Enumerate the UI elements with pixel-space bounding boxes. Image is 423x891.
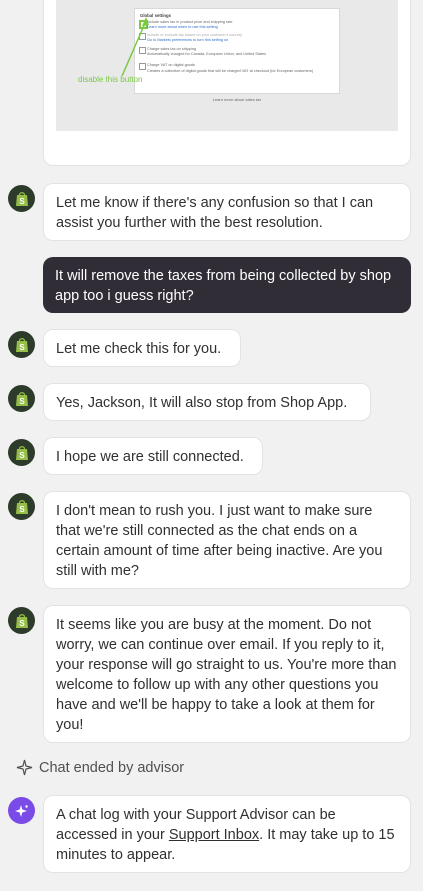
shopify-bag-icon: S — [15, 499, 28, 514]
advisor-message: Yes, Jackson, It will also stop from Sho… — [43, 383, 371, 421]
advisor-avatar: S — [8, 607, 35, 634]
chat-ended-text: Chat ended by advisor — [39, 759, 185, 776]
user-message: It will remove the taxes from being coll… — [43, 257, 411, 313]
advisor-avatar: S — [8, 493, 35, 520]
shopify-bag-icon: S — [15, 391, 28, 406]
advisor-avatar: S — [8, 331, 35, 358]
advisor-message: I hope we are still connected. — [43, 437, 263, 475]
chat-ended-status: Chat ended by advisor — [16, 759, 184, 776]
svg-text:S: S — [19, 505, 25, 514]
advisor-message: I don't mean to rush you. I just want to… — [43, 491, 411, 589]
svg-text:S: S — [19, 197, 25, 206]
shopify-bag-icon: S — [15, 445, 28, 460]
support-inbox-link[interactable]: Support Inbox — [169, 827, 259, 843]
advisor-avatar: S — [8, 185, 35, 212]
system-message: A chat log with your Support Advisor can… — [43, 795, 411, 873]
annotation-arrow-icon — [121, 17, 149, 77]
advisor-message: It seems like you are busy at the moment… — [43, 605, 411, 743]
annotation-text: disable this button — [78, 75, 143, 84]
shopify-bag-icon: S — [15, 191, 28, 206]
sparkle-icon — [14, 804, 28, 817]
svg-text:S: S — [19, 343, 25, 352]
shopify-bag-icon: S — [15, 337, 28, 352]
advisor-avatar: S — [8, 439, 35, 466]
assistant-avatar — [8, 797, 35, 824]
shopify-bag-icon: S — [15, 613, 28, 628]
advisor-avatar: S — [8, 385, 35, 412]
sparkle-icon — [16, 759, 33, 776]
svg-text:S: S — [19, 451, 25, 460]
attached-screenshot[interactable]: Global settings Include sales tax in pro… — [56, 0, 398, 131]
advisor-message: Let me know if there's any confusion so … — [43, 183, 411, 241]
image-attachment-card[interactable]: Global settings Include sales tax in pro… — [43, 0, 411, 166]
svg-text:S: S — [19, 397, 25, 406]
svg-text:S: S — [19, 619, 25, 628]
advisor-message: Let me check this for you. — [43, 329, 241, 367]
